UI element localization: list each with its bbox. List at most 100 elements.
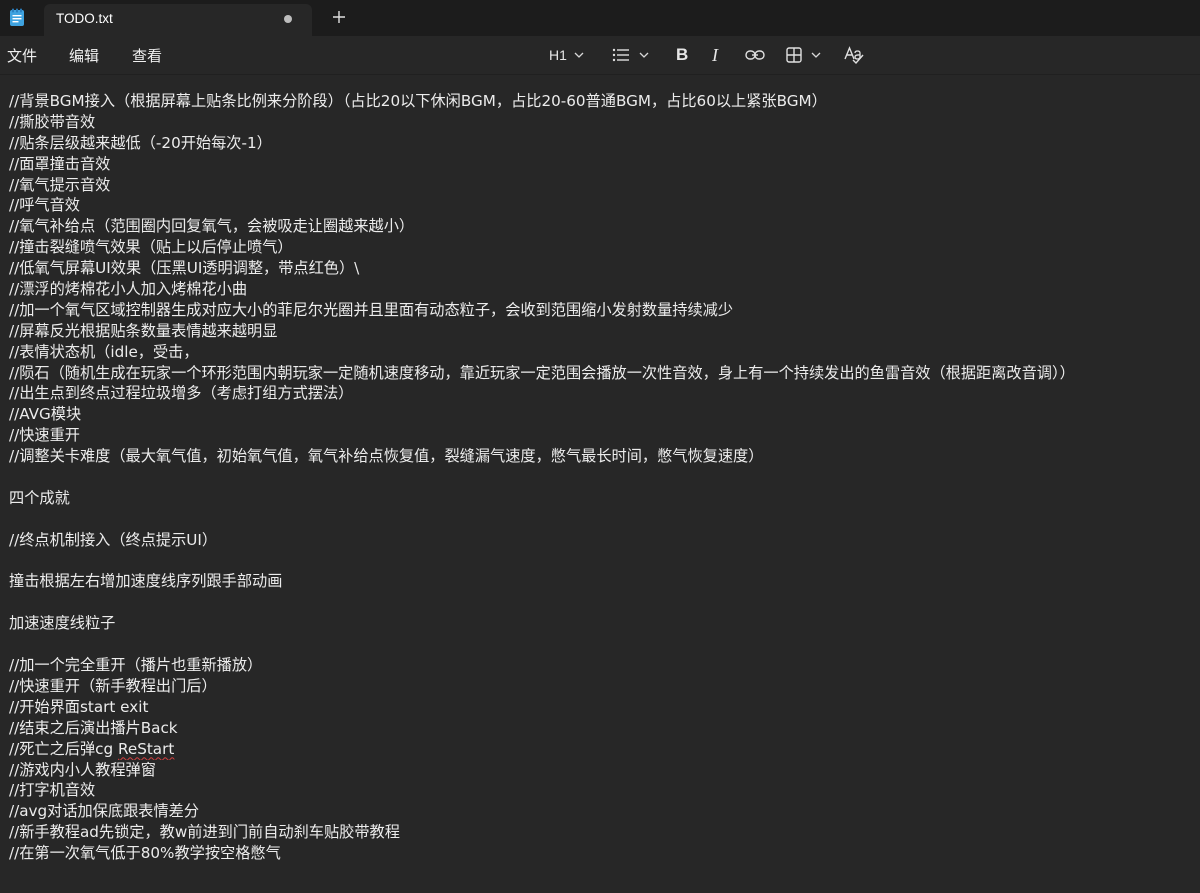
text-line: //出生点到终点过程垃圾增多（考虑打组方式摆法） bbox=[9, 383, 1194, 404]
line-text: //呼气音效 bbox=[9, 196, 80, 215]
text-line: //开始界面start exit bbox=[9, 697, 1194, 718]
text-line: 四个成就 bbox=[9, 488, 1194, 509]
text-line: //在第一次氧气低于80%教学按空格憋气 bbox=[9, 843, 1194, 864]
text-line: //游戏内小人教程弹窗 bbox=[9, 760, 1194, 781]
text-line: //加一个完全重开（播片也重新播放） bbox=[9, 655, 1194, 676]
text-line: //呼气音效 bbox=[9, 195, 1194, 216]
unsaved-dot-icon[interactable] bbox=[284, 15, 292, 23]
line-text: //低氧气屏幕UI效果（压黑UI透明调整，带点红色）\ bbox=[9, 259, 360, 278]
menu-file[interactable]: 文件 bbox=[7, 45, 37, 66]
text-line: //打字机音效 bbox=[9, 780, 1194, 801]
new-tab-plus-icon[interactable] bbox=[328, 6, 350, 28]
line-text: //撞击裂缝喷气效果（贴上以后停止喷气） bbox=[9, 238, 293, 257]
list-icon bbox=[612, 48, 630, 62]
tab-todo[interactable]: TODO.txt bbox=[44, 4, 312, 36]
italic-icon: I bbox=[712, 44, 718, 65]
text-line: //低氧气屏幕UI效果（压黑UI透明调整，带点红色）\ bbox=[9, 258, 1194, 279]
menu-view[interactable]: 查看 bbox=[132, 45, 162, 66]
text-line: //贴条层级越来越低（-20开始每次-1） bbox=[9, 133, 1194, 154]
text-line: 撞击根据左右增加速度线序列跟手部动画 bbox=[9, 571, 1194, 592]
line-text: //结束之后演出播片Back bbox=[9, 718, 178, 737]
text-line: //氧气补给点（范围圈内回复氧气，会被吸走让圈越来越小） bbox=[9, 216, 1194, 237]
italic-button[interactable]: I bbox=[712, 43, 718, 67]
text-line: //漂浮的烤棉花小人加入烤棉花小曲 bbox=[9, 279, 1194, 300]
text-line: //avg对话加保底跟表情差分 bbox=[9, 801, 1194, 822]
text-line: //表情状态机（idle，受击， bbox=[9, 342, 1194, 363]
line-text: //陨石（随机生成在玩家一个环形范围内朝玩家一定随机速度移动，靠近玩家一定范围会… bbox=[9, 363, 1075, 382]
line-text: //死亡之后弹cg bbox=[9, 739, 118, 758]
tab-title: TODO.txt bbox=[56, 11, 113, 26]
link-icon bbox=[745, 48, 765, 62]
chevron-down-icon bbox=[638, 49, 650, 61]
table-icon bbox=[786, 47, 802, 63]
bold-button[interactable]: B bbox=[676, 43, 688, 67]
menu-edit[interactable]: 编辑 bbox=[69, 45, 99, 66]
line-text: //打字机音效 bbox=[9, 781, 96, 800]
text-line: //加一个氧气区域控制器生成对应大小的菲尼尔光圈并且里面有动态粒子，会收到范围缩… bbox=[9, 300, 1194, 321]
line-text: //新手教程ad先锁定，教w前进到门前自动刹车贴胶带教程 bbox=[9, 823, 400, 842]
text-line bbox=[9, 592, 1194, 613]
spellcheck-flagged-word: ReStart bbox=[118, 739, 175, 758]
text-line: //屏幕反光根据贴条数量表情越来越明显 bbox=[9, 321, 1194, 342]
text-line bbox=[9, 509, 1194, 530]
list-dropdown[interactable] bbox=[612, 43, 650, 67]
text-line bbox=[9, 551, 1194, 572]
text-line: //快速重开（新手教程出门后） bbox=[9, 676, 1194, 697]
line-text: //出生点到终点过程垃圾增多（考虑打组方式摆法） bbox=[9, 384, 354, 403]
menu-bar: 文件 编辑 查看 H1 B I bbox=[0, 36, 1200, 75]
line-text: //表情状态机（idle，受击， bbox=[9, 342, 199, 361]
text-line: //终点机制接入（终点提示UI） bbox=[9, 530, 1194, 551]
table-dropdown[interactable] bbox=[786, 43, 822, 67]
text-line: //快速重开 bbox=[9, 425, 1194, 446]
line-text: //面罩撞击音效 bbox=[9, 154, 111, 173]
line-text: //快速重开 bbox=[9, 426, 80, 445]
chevron-down-icon bbox=[573, 49, 585, 61]
line-text: //调整关卡难度（最大氧气值，初始氧气值，氧气补给点恢复值，裂缝漏气速度，憋气最… bbox=[9, 447, 764, 466]
line-text: //游戏内小人教程弹窗 bbox=[9, 760, 156, 779]
line-text: 加速速度线粒子 bbox=[9, 614, 116, 633]
line-text: 撞击根据左右增加速度线序列跟手部动画 bbox=[9, 572, 283, 591]
heading-dropdown[interactable]: H1 bbox=[549, 43, 585, 67]
chevron-down-icon bbox=[810, 49, 822, 61]
editor-lines: //背景BGM接入（根据屏幕上贴条比例来分阶段）（占比20以下休闲BGM，占比2… bbox=[9, 91, 1194, 864]
line-text: //漂浮的烤棉花小人加入烤棉花小曲 bbox=[9, 280, 248, 299]
text-line: //结束之后演出播片Back bbox=[9, 718, 1194, 739]
text-line bbox=[9, 634, 1194, 655]
text-line: //撕胶带音效 bbox=[9, 112, 1194, 133]
text-line: //新手教程ad先锁定，教w前进到门前自动刹车贴胶带教程 bbox=[9, 822, 1194, 843]
text-line: //背景BGM接入（根据屏幕上贴条比例来分阶段）（占比20以下休闲BGM，占比2… bbox=[9, 91, 1194, 112]
line-text: //屏幕反光根据贴条数量表情越来越明显 bbox=[9, 321, 278, 340]
line-text: //在第一次氧气低于80%教学按空格憋气 bbox=[9, 844, 281, 863]
line-text: //开始界面start exit bbox=[9, 697, 149, 716]
line-text: //背景BGM接入（根据屏幕上贴条比例来分阶段）（占比20以下休闲BGM，占比2… bbox=[9, 92, 827, 110]
heading-label: H1 bbox=[549, 47, 567, 63]
line-text: //AVG模块 bbox=[9, 405, 82, 424]
link-button[interactable] bbox=[745, 43, 765, 67]
notepad-icon bbox=[9, 8, 25, 27]
notepad-window: TODO.txt 文件 编辑 查看 H1 B I //背景BGM接入（根据屏幕上… bbox=[0, 0, 1200, 893]
line-text: 四个成就 bbox=[9, 488, 70, 507]
spellcheck-icon bbox=[844, 46, 864, 64]
line-text: //快速重开（新手教程出门后） bbox=[9, 676, 217, 695]
tab-strip: TODO.txt bbox=[0, 0, 1200, 36]
text-editor[interactable]: //背景BGM接入（根据屏幕上贴条比例来分阶段）（占比20以下休闲BGM，占比2… bbox=[0, 75, 1200, 893]
text-line: //陨石（随机生成在玩家一个环形范围内朝玩家一定随机速度移动，靠近玩家一定范围会… bbox=[9, 363, 1194, 384]
text-line: //AVG模块 bbox=[9, 404, 1194, 425]
spellcheck-button[interactable] bbox=[844, 43, 864, 67]
text-line bbox=[9, 467, 1194, 488]
line-text: //加一个氧气区域控制器生成对应大小的菲尼尔光圈并且里面有动态粒子，会收到范围缩… bbox=[9, 300, 734, 319]
text-line: //调整关卡难度（最大氧气值，初始氧气值，氧气补给点恢复值，裂缝漏气速度，憋气最… bbox=[9, 446, 1194, 467]
line-text: //氧气提示音效 bbox=[9, 175, 111, 194]
line-text: //氧气补给点（范围圈内回复氧气，会被吸走让圈越来越小） bbox=[9, 217, 415, 236]
bold-icon: B bbox=[676, 45, 689, 64]
line-text: //终点机制接入（终点提示UI） bbox=[9, 530, 218, 549]
text-line: //面罩撞击音效 bbox=[9, 154, 1194, 175]
line-text: //撕胶带音效 bbox=[9, 112, 96, 131]
line-text: //贴条层级越来越低（-20开始每次-1） bbox=[9, 133, 272, 152]
text-line: 加速速度线粒子 bbox=[9, 613, 1194, 634]
line-text: //加一个完全重开（播片也重新播放） bbox=[9, 656, 263, 675]
text-line: //撞击裂缝喷气效果（贴上以后停止喷气） bbox=[9, 237, 1194, 258]
text-line: //死亡之后弹cg ReStart bbox=[9, 739, 1194, 760]
text-line: //氧气提示音效 bbox=[9, 175, 1194, 196]
line-text: //avg对话加保底跟表情差分 bbox=[9, 802, 200, 821]
